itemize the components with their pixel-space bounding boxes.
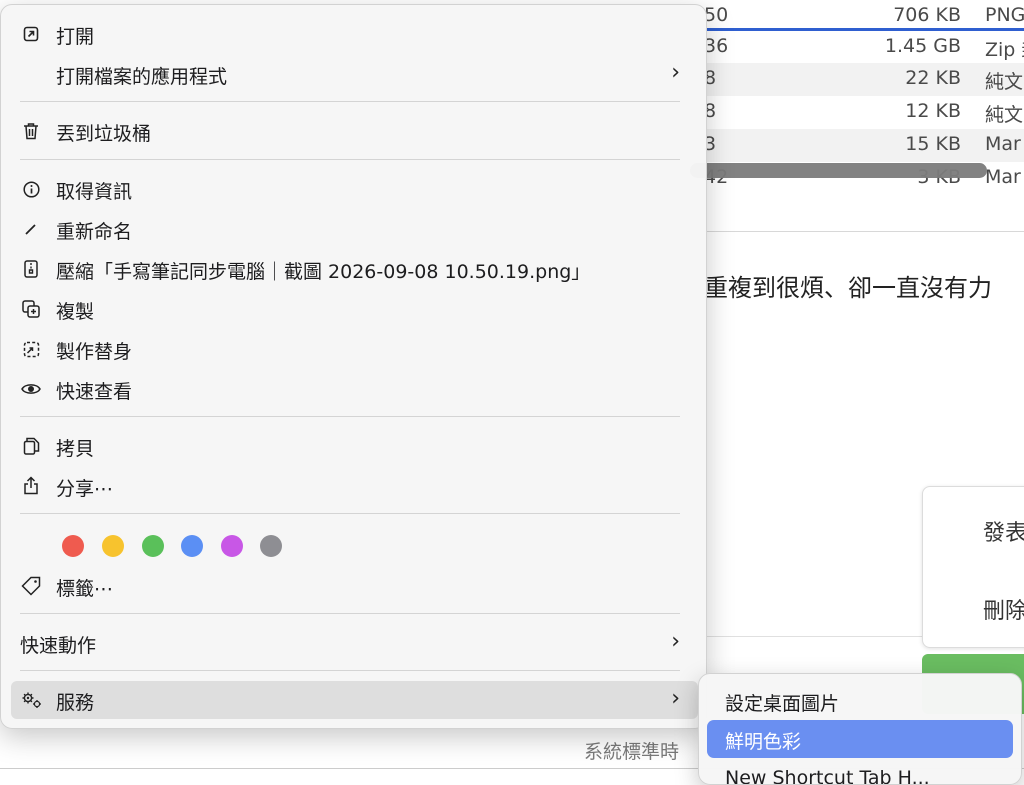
file-row-kind: Mar — [985, 166, 1021, 188]
services-submenu: 設定桌面圖片 鮮明色彩 New Shortcut Tab H... — [698, 673, 1022, 785]
menu-item-rename[interactable]: 重新命名 — [11, 210, 698, 248]
menu-item-label: 快速查看 — [56, 381, 133, 403]
menu-item-label: 壓縮「手寫筆記同步電腦｜截圖 2026-09-08 10.50.19.png」 — [56, 261, 591, 283]
file-row-size: 15 KB — [905, 133, 961, 155]
tag-color-dot[interactable] — [221, 535, 243, 557]
menu-item-label: 丟到垃圾桶 — [56, 123, 152, 145]
file-row-date-fragment: 36 — [704, 35, 729, 57]
submenu-item-vivid-color[interactable]: 鮮明色彩 — [707, 720, 1013, 758]
file-row-kind: Mar — [985, 133, 1021, 155]
tag-color-dot[interactable] — [142, 535, 164, 557]
menu-item-copy[interactable]: 拷貝 — [11, 427, 698, 465]
menu-item-label: 打開檔案的應用程式 — [56, 66, 228, 88]
menu-separator — [20, 613, 680, 614]
publish-option[interactable]: 發表 — [983, 515, 1024, 547]
file-row-date-fragment: 50 — [704, 4, 729, 26]
file-row-size: 1.45 GB — [884, 35, 961, 57]
menu-item-open[interactable]: 打開 — [11, 15, 698, 53]
trash-icon — [21, 120, 41, 142]
menu-separator — [20, 416, 680, 417]
menu-item-label: 拷貝 — [56, 438, 95, 460]
menu-item-label: 打開 — [56, 26, 95, 48]
file-row-size: 12 KB — [905, 100, 961, 122]
menu-item-label: 服務 — [56, 692, 95, 714]
menu-item-tags[interactable]: 標籤⋯ — [11, 567, 698, 605]
menu-item-quick-actions[interactable]: 快速動作 › — [11, 624, 698, 662]
divider — [705, 231, 1024, 232]
menu-item-make-alias[interactable]: 製作替身 — [11, 330, 698, 368]
menu-item-label: 重新命名 — [56, 221, 133, 243]
menu-item-open-with[interactable]: 打開檔案的應用程式 › — [11, 55, 698, 93]
menu-item-trash[interactable]: 丟到垃圾桶 — [11, 112, 698, 150]
file-row-kind: Zip 封 — [985, 39, 1024, 61]
menu-item-label: 分享⋯ — [56, 478, 114, 500]
file-row-size: 22 KB — [905, 67, 961, 89]
submenu-item-set-desktop-picture[interactable]: 設定桌面圖片 — [707, 682, 1013, 720]
horizontal-scrollbar[interactable] — [690, 163, 987, 178]
chevron-right-icon: › — [671, 686, 680, 711]
chevron-right-icon: › — [671, 629, 680, 654]
submenu-item-label: 鮮明色彩 — [725, 731, 802, 753]
submenu-item-label: 設定桌面圖片 — [725, 693, 840, 715]
submenu-item-label: New Shortcut Tab H... — [725, 767, 930, 785]
duplicate-icon — [21, 298, 41, 320]
menu-item-label: 複製 — [56, 301, 95, 323]
file-row-size: 706 KB — [893, 4, 961, 26]
tag-color-dot[interactable] — [181, 535, 203, 557]
tag-color-dot[interactable] — [260, 535, 282, 557]
menu-item-share[interactable]: 分享⋯ — [11, 467, 698, 505]
chevron-right-icon: › — [671, 60, 680, 85]
menu-item-label: 快速動作 — [20, 635, 97, 657]
menu-item-label: 標籤⋯ — [56, 578, 114, 600]
menu-item-label: 取得資訊 — [56, 181, 133, 203]
gears-icon — [21, 689, 41, 711]
menu-separator — [20, 513, 680, 514]
document-body-text: 重複到很煩、卻一直沒有力 — [704, 274, 992, 302]
menu-item-quick-look[interactable]: 快速查看 — [11, 370, 698, 408]
file-row-kind: 純文 — [985, 71, 1024, 93]
file-row-kind: PNG — [985, 4, 1024, 26]
pencil-icon — [21, 218, 41, 240]
alias-icon — [21, 338, 41, 360]
archive-icon — [21, 258, 41, 280]
menu-separator — [20, 159, 680, 160]
action-card: 發表 刪除 — [922, 486, 1024, 648]
menu-item-get-info[interactable]: 取得資訊 — [11, 170, 698, 208]
tag-color-dot[interactable] — [102, 535, 124, 557]
info-icon — [21, 178, 41, 200]
tag-color-dot[interactable] — [62, 535, 84, 557]
file-row-kind: 純文 — [985, 104, 1024, 126]
menu-item-label: 製作替身 — [56, 341, 133, 363]
selection-underline — [705, 28, 1024, 31]
copy-icon — [21, 435, 41, 457]
menu-item-compress[interactable]: 壓縮「手寫筆記同步電腦｜截圖 2026-09-08 10.50.19.png」 — [11, 250, 698, 288]
submenu-item-new-shortcut[interactable]: New Shortcut Tab H... — [707, 760, 1013, 785]
timezone-label: 系統標準時 — [584, 741, 680, 763]
menu-item-duplicate[interactable]: 複製 — [11, 290, 698, 328]
eye-icon — [21, 378, 41, 400]
open-arrow-icon — [21, 23, 41, 45]
context-menu: 打開 打開檔案的應用程式 › 丟到垃圾桶 取得資訊 重新命名 壓縮「手寫筆記同步… — [0, 4, 707, 729]
menu-separator — [20, 101, 680, 102]
menu-separator — [20, 670, 680, 671]
share-icon — [21, 475, 41, 497]
tag-icon — [21, 575, 41, 597]
menu-item-services[interactable]: 服務 › — [11, 681, 698, 719]
delete-option[interactable]: 刪除 — [983, 593, 1024, 625]
